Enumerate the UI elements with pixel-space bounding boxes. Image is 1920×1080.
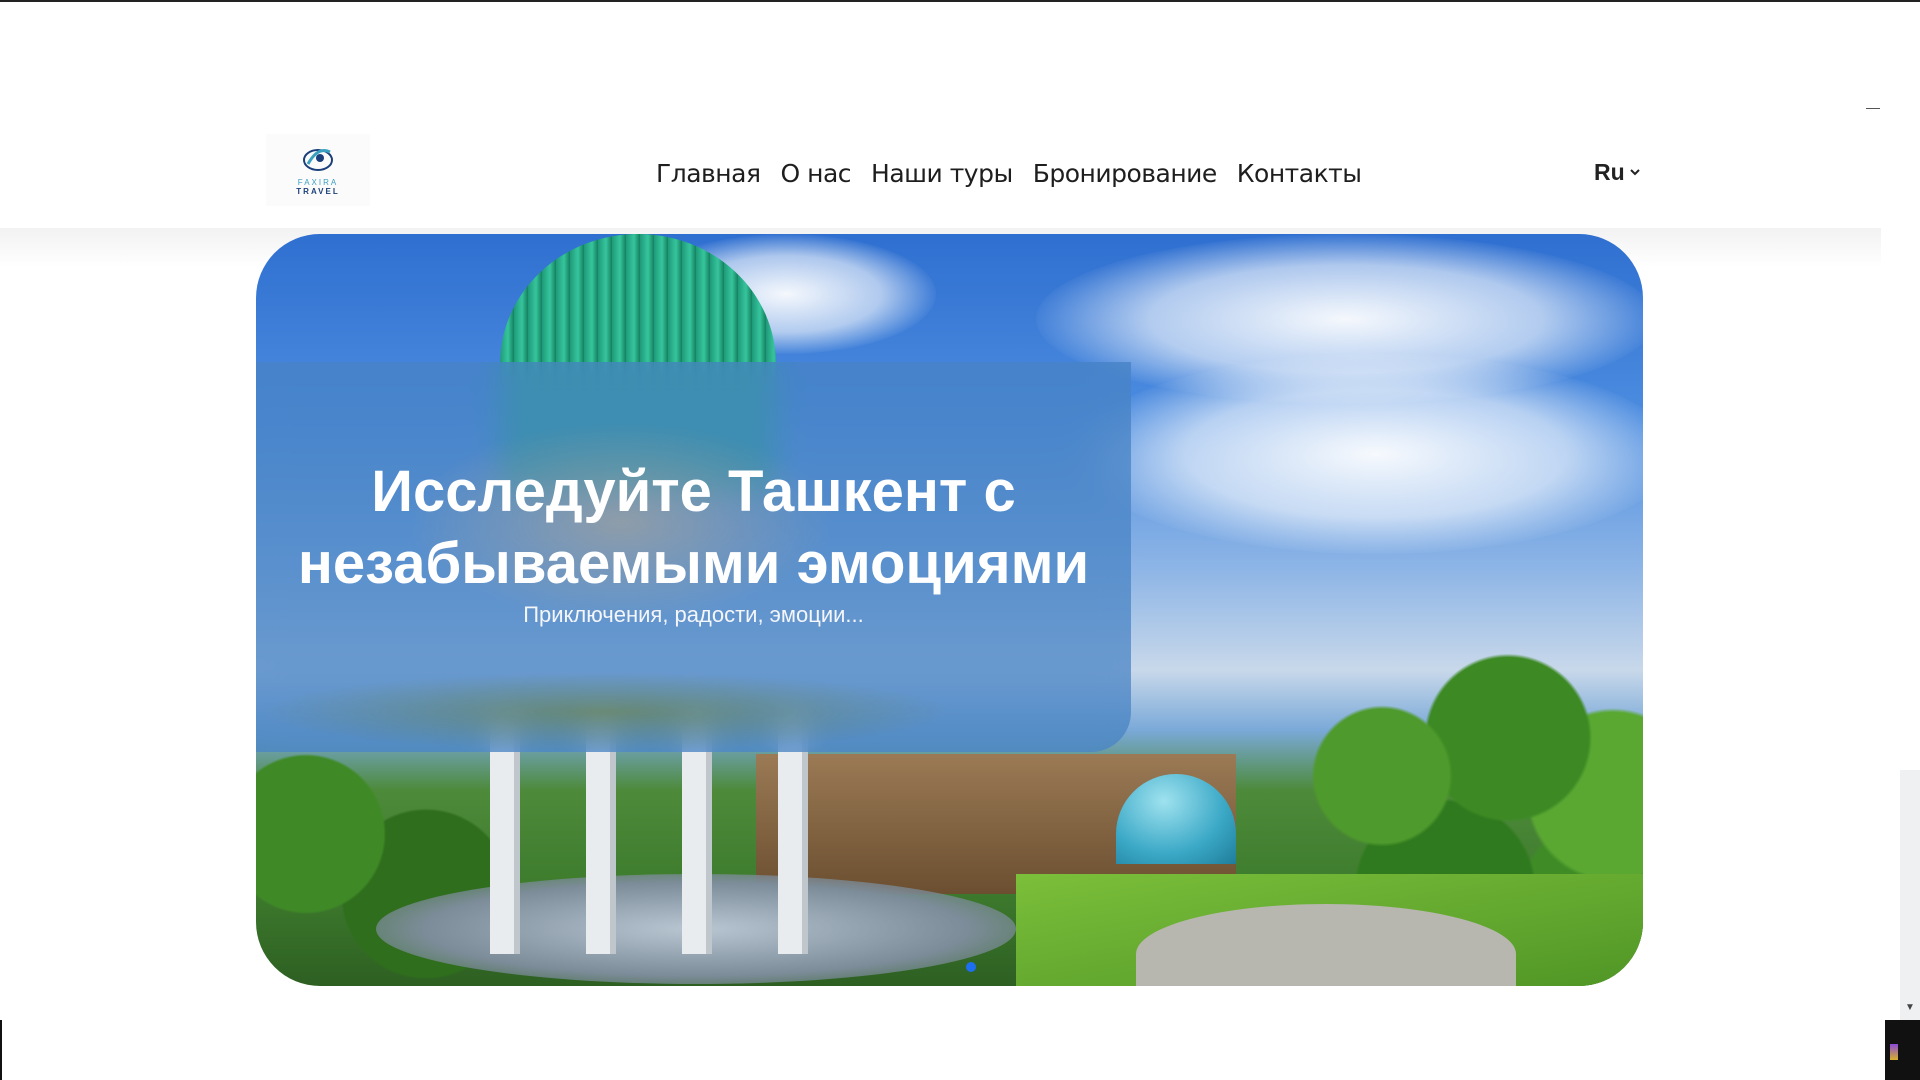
bottom-strip [0,1020,1920,1080]
hero-title: Исследуйте Ташкент с незабываемыми эмоци… [256,456,1131,600]
language-label: Ru [1594,158,1625,185]
logo[interactable]: FAXIRA TRAVEL [266,134,370,206]
site-header: FAXIRA TRAVEL Главная О нас Наши туры Бр… [0,124,1881,228]
scrollbar[interactable] [1900,770,1920,1020]
hero-panel-blur [256,672,956,752]
page: FAXIRA TRAVEL Главная О нас Наши туры Бр… [0,2,1881,1020]
minimize-icon[interactable] [1866,108,1880,109]
hero-title-line-1: Исследуйте Ташкент с [371,459,1016,524]
hero-subtitle: Приключения, радости, эмоции... [523,602,864,627]
slider-dot-active[interactable] [966,962,976,972]
nav-booking[interactable]: Бронирование [1033,159,1218,188]
hero-title-line-2: незабываемыми эмоциями [297,531,1090,596]
nav-tours[interactable]: Наши туры [871,159,1013,188]
logo-icon [303,149,333,171]
hero-slider: Исследуйте Ташкент с незабываемыми эмоци… [256,234,1643,986]
main-nav: Главная О нас Наши туры Бронирование Кон… [656,153,1362,193]
nav-home[interactable]: Главная [656,159,761,188]
logo-name: FAXIRA [297,178,339,187]
window-left-border [0,1020,2,1080]
app-badge-icon[interactable] [1890,1044,1898,1060]
chevron-down-icon [1629,169,1640,176]
logo-subtitle: TRAVEL [296,187,340,196]
nav-contacts[interactable]: Контакты [1237,159,1362,188]
hero-image-cloud [1076,354,1643,554]
scroll-down-arrow-icon[interactable]: ▼ [1904,1002,1916,1014]
nav-about[interactable]: О нас [780,159,851,188]
language-selector[interactable]: Ru [1594,152,1641,192]
